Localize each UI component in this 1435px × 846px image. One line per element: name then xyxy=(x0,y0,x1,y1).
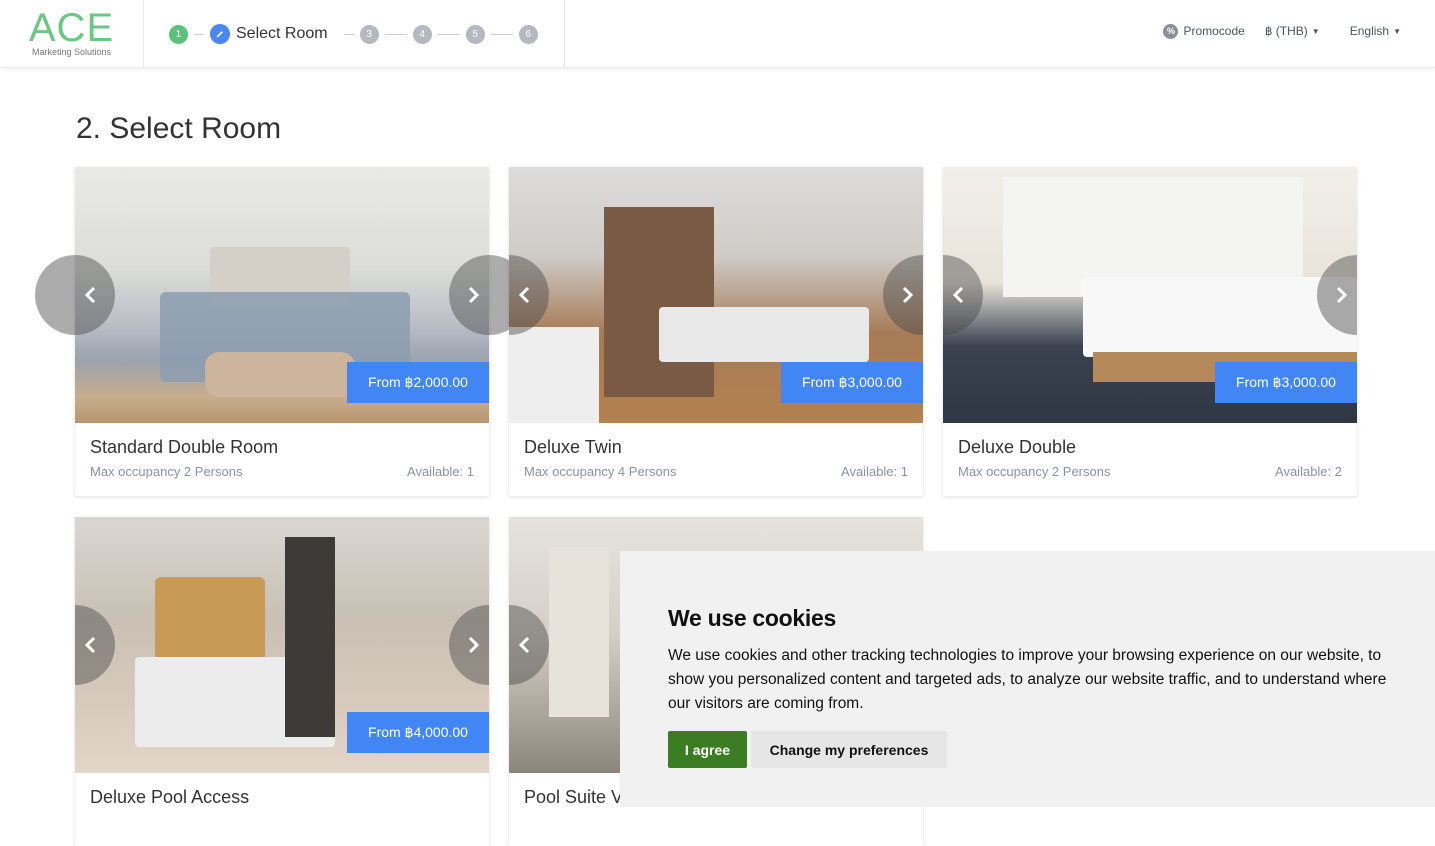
cookie-banner: We use cookies We use cookies and other … xyxy=(620,551,1435,807)
chevron-left-icon xyxy=(84,636,96,654)
cookie-description: We use cookies and other tracking techno… xyxy=(668,647,1387,712)
step-connector xyxy=(384,33,407,35)
cookie-title: We use cookies xyxy=(668,605,836,631)
room-name[interactable]: Deluxe Twin xyxy=(524,437,622,458)
logo-main: ACE xyxy=(28,6,115,50)
chevron-left-icon xyxy=(952,286,964,304)
page-title: 2. Select Room xyxy=(76,112,282,145)
chevron-right-icon xyxy=(468,286,480,304)
chevron-left-icon xyxy=(518,286,530,304)
room-card[interactable]: From ฿4,000.00 Deluxe Pool Access xyxy=(75,517,489,846)
currency-dropdown[interactable]: ฿ (THB) ▼ xyxy=(1265,24,1320,38)
pencil-icon xyxy=(210,24,230,44)
currency-label: ฿ (THB) xyxy=(1264,24,1308,38)
chevron-left-icon xyxy=(84,286,96,304)
language-label: English xyxy=(1349,24,1390,38)
language-dropdown[interactable]: English ▼ xyxy=(1350,24,1401,38)
room-name[interactable]: Standard Double Room xyxy=(90,437,278,458)
chevron-left-icon xyxy=(518,636,530,654)
step-connector xyxy=(437,33,460,35)
room-occupancy: Max occupancy 2 Persons xyxy=(958,464,1111,479)
step-connector xyxy=(194,33,204,35)
agree-button[interactable]: I agree xyxy=(668,731,747,768)
promocode-link[interactable]: % Promocode xyxy=(1163,23,1245,39)
step-4: 4 xyxy=(412,24,432,44)
caret-down-icon: ▼ xyxy=(1393,26,1401,36)
step-2-active: Select Room xyxy=(236,25,328,42)
caret-down-icon: ▼ xyxy=(1311,26,1320,36)
room-occupancy: Max occupancy 4 Persons xyxy=(524,464,677,479)
top-nav: % Promocode ฿ (THB) ▼ English ▼ xyxy=(1143,0,1401,62)
room-card[interactable]: From ฿3,000.00 Deluxe Double Max occupan… xyxy=(943,167,1357,496)
chevron-right-icon xyxy=(468,636,480,654)
price-badge: From ฿4,000.00 xyxy=(347,712,489,753)
room-availability: Available: 1 xyxy=(407,464,474,479)
step-3: 3 xyxy=(359,24,379,44)
price-badge: From ฿3,000.00 xyxy=(1215,362,1357,403)
room-name[interactable]: Deluxe Pool Access xyxy=(90,787,249,808)
percent-icon: % xyxy=(1163,23,1179,39)
promocode-label: Promocode xyxy=(1183,24,1245,38)
booking-steps: 1 Select Room 3 4 5 6 xyxy=(144,0,565,68)
step-5: 5 xyxy=(465,24,485,44)
logo[interactable]: ACE Marketing Solutions xyxy=(0,0,144,68)
change-preferences-button[interactable]: Change my preferences xyxy=(751,731,947,768)
room-card[interactable]: From ฿3,000.00 Deluxe Twin Max occupancy… xyxy=(509,167,923,496)
step-connector xyxy=(343,33,354,35)
price-badge: From ฿3,000.00 xyxy=(781,362,923,403)
logo-subtitle: Marketing Solutions xyxy=(31,47,112,57)
room-name[interactable]: Pool Suite V xyxy=(524,787,623,808)
chevron-right-icon xyxy=(902,286,914,304)
price-badge: From ฿2,000.00 xyxy=(347,362,489,403)
room-card[interactable]: From ฿2,000.00 Standard Double Room Max … xyxy=(35,167,529,496)
room-availability: Available: 1 xyxy=(841,464,908,479)
room-occupancy: Max occupancy 2 Persons xyxy=(90,464,243,479)
step-1[interactable]: 1 xyxy=(169,24,188,44)
chevron-right-icon xyxy=(1336,286,1348,304)
step-6: 6 xyxy=(518,24,538,44)
carousel-prev-button[interactable] xyxy=(35,255,115,335)
room-availability: Available: 2 xyxy=(1275,464,1342,479)
step-connector xyxy=(490,33,513,35)
room-name[interactable]: Deluxe Double xyxy=(958,437,1076,458)
header: ACE Marketing Solutions 1 Select Room 3 … xyxy=(0,0,1435,68)
